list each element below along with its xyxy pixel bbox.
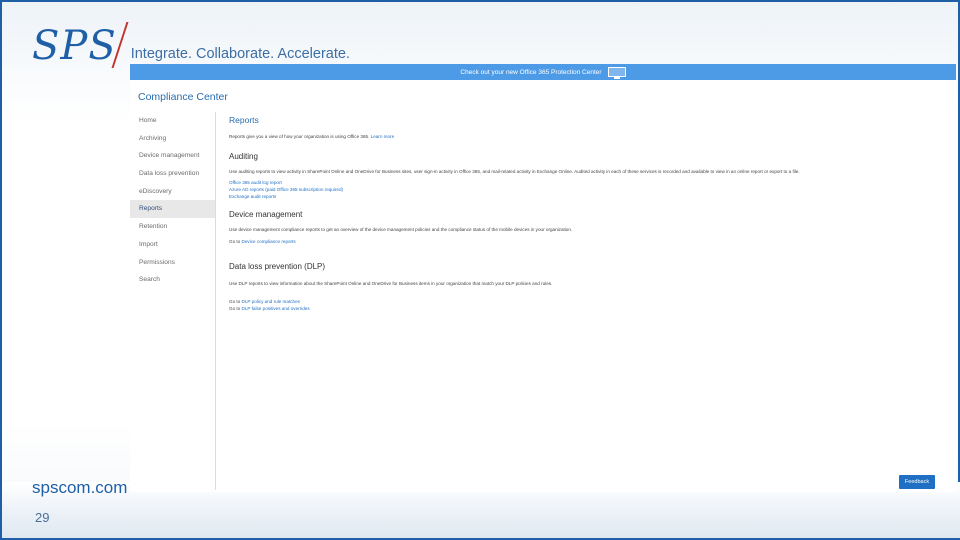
nav-item-home[interactable]: Home bbox=[130, 112, 215, 130]
nav-item-search[interactable]: Search bbox=[130, 271, 215, 289]
logo-text: SPS bbox=[32, 23, 117, 69]
dlp-goto-line-1: Go to DLP policy and rule matches bbox=[229, 299, 300, 304]
intro-text: Reports give you a view of how your orga… bbox=[229, 134, 394, 139]
nav-item-data-loss-prevention[interactable]: Data loss prevention bbox=[130, 165, 215, 183]
left-nav: Home Archiving Device management Data lo… bbox=[130, 112, 215, 289]
nav-item-archiving[interactable]: Archiving bbox=[130, 130, 215, 148]
device-compliance-reports-link[interactable]: Device compliance reports bbox=[242, 239, 296, 244]
dlp-goto-prefix-1: Go to bbox=[229, 299, 241, 304]
tagline: Integrate. Collaborate. Accelerate. bbox=[130, 46, 350, 62]
office365-audit-log-link[interactable]: Office 365 audit log report bbox=[229, 180, 282, 185]
dlp-policy-rule-matches-link[interactable]: DLP policy and rule matches bbox=[242, 299, 300, 304]
dlp-false-positives-link[interactable]: DLP false positives and overrides bbox=[242, 306, 310, 311]
device-goto-line: Go to Device compliance reports bbox=[229, 239, 296, 244]
protection-center-banner[interactable]: Check out your new Office 365 Protection… bbox=[130, 64, 956, 80]
nav-item-permissions[interactable]: Permissions bbox=[130, 254, 215, 272]
slide-number: 29 bbox=[35, 510, 50, 525]
device-management-heading: Device management bbox=[229, 210, 303, 219]
slide-frame: SPS Integrate. Collaborate. Accelerate. … bbox=[0, 0, 960, 540]
dlp-goto-prefix-2: Go to bbox=[229, 306, 241, 311]
website-url: spscom.com bbox=[32, 478, 128, 497]
app-title: Compliance Center bbox=[138, 91, 228, 103]
compliance-center-screenshot: Check out your new Office 365 Protection… bbox=[130, 64, 956, 492]
auditing-heading: Auditing bbox=[229, 152, 258, 161]
nav-item-ediscovery[interactable]: eDiscovery bbox=[130, 183, 215, 201]
nav-item-import[interactable]: Import bbox=[130, 236, 215, 254]
nav-item-retention[interactable]: Retention bbox=[130, 218, 215, 236]
dlp-description: Use DLP reports to view information abou… bbox=[229, 281, 553, 286]
banner-text: Check out your new Office 365 Protection… bbox=[460, 68, 602, 76]
nav-item-reports[interactable]: Reports bbox=[130, 200, 215, 219]
nav-item-device-management[interactable]: Device management bbox=[130, 147, 215, 165]
dlp-goto-line-2: Go to DLP false positives and overrides bbox=[229, 306, 310, 311]
exchange-audit-reports-link[interactable]: Exchange audit reports bbox=[229, 194, 276, 199]
auditing-description: Use auditing reports to view activity in… bbox=[229, 169, 800, 174]
intro-sentence: Reports give you a view of how your orga… bbox=[229, 134, 370, 139]
device-management-description: Use device management compliance reports… bbox=[229, 227, 573, 232]
monitor-icon bbox=[607, 67, 626, 79]
feedback-button[interactable]: Feedback bbox=[899, 475, 935, 489]
page-title: Reports bbox=[229, 115, 259, 125]
nav-divider bbox=[215, 112, 216, 490]
learn-more-link[interactable]: Learn more bbox=[371, 134, 395, 139]
dlp-heading: Data loss prevention (DLP) bbox=[229, 262, 326, 271]
device-goto-prefix: Go to bbox=[229, 239, 241, 244]
sps-logo: SPS Integrate. Collaborate. Accelerate. bbox=[32, 22, 350, 69]
feedback-label: Feedback bbox=[904, 479, 930, 485]
azure-ad-reports-link[interactable]: Azure AD reports (paid Office 365 subscr… bbox=[229, 187, 343, 192]
